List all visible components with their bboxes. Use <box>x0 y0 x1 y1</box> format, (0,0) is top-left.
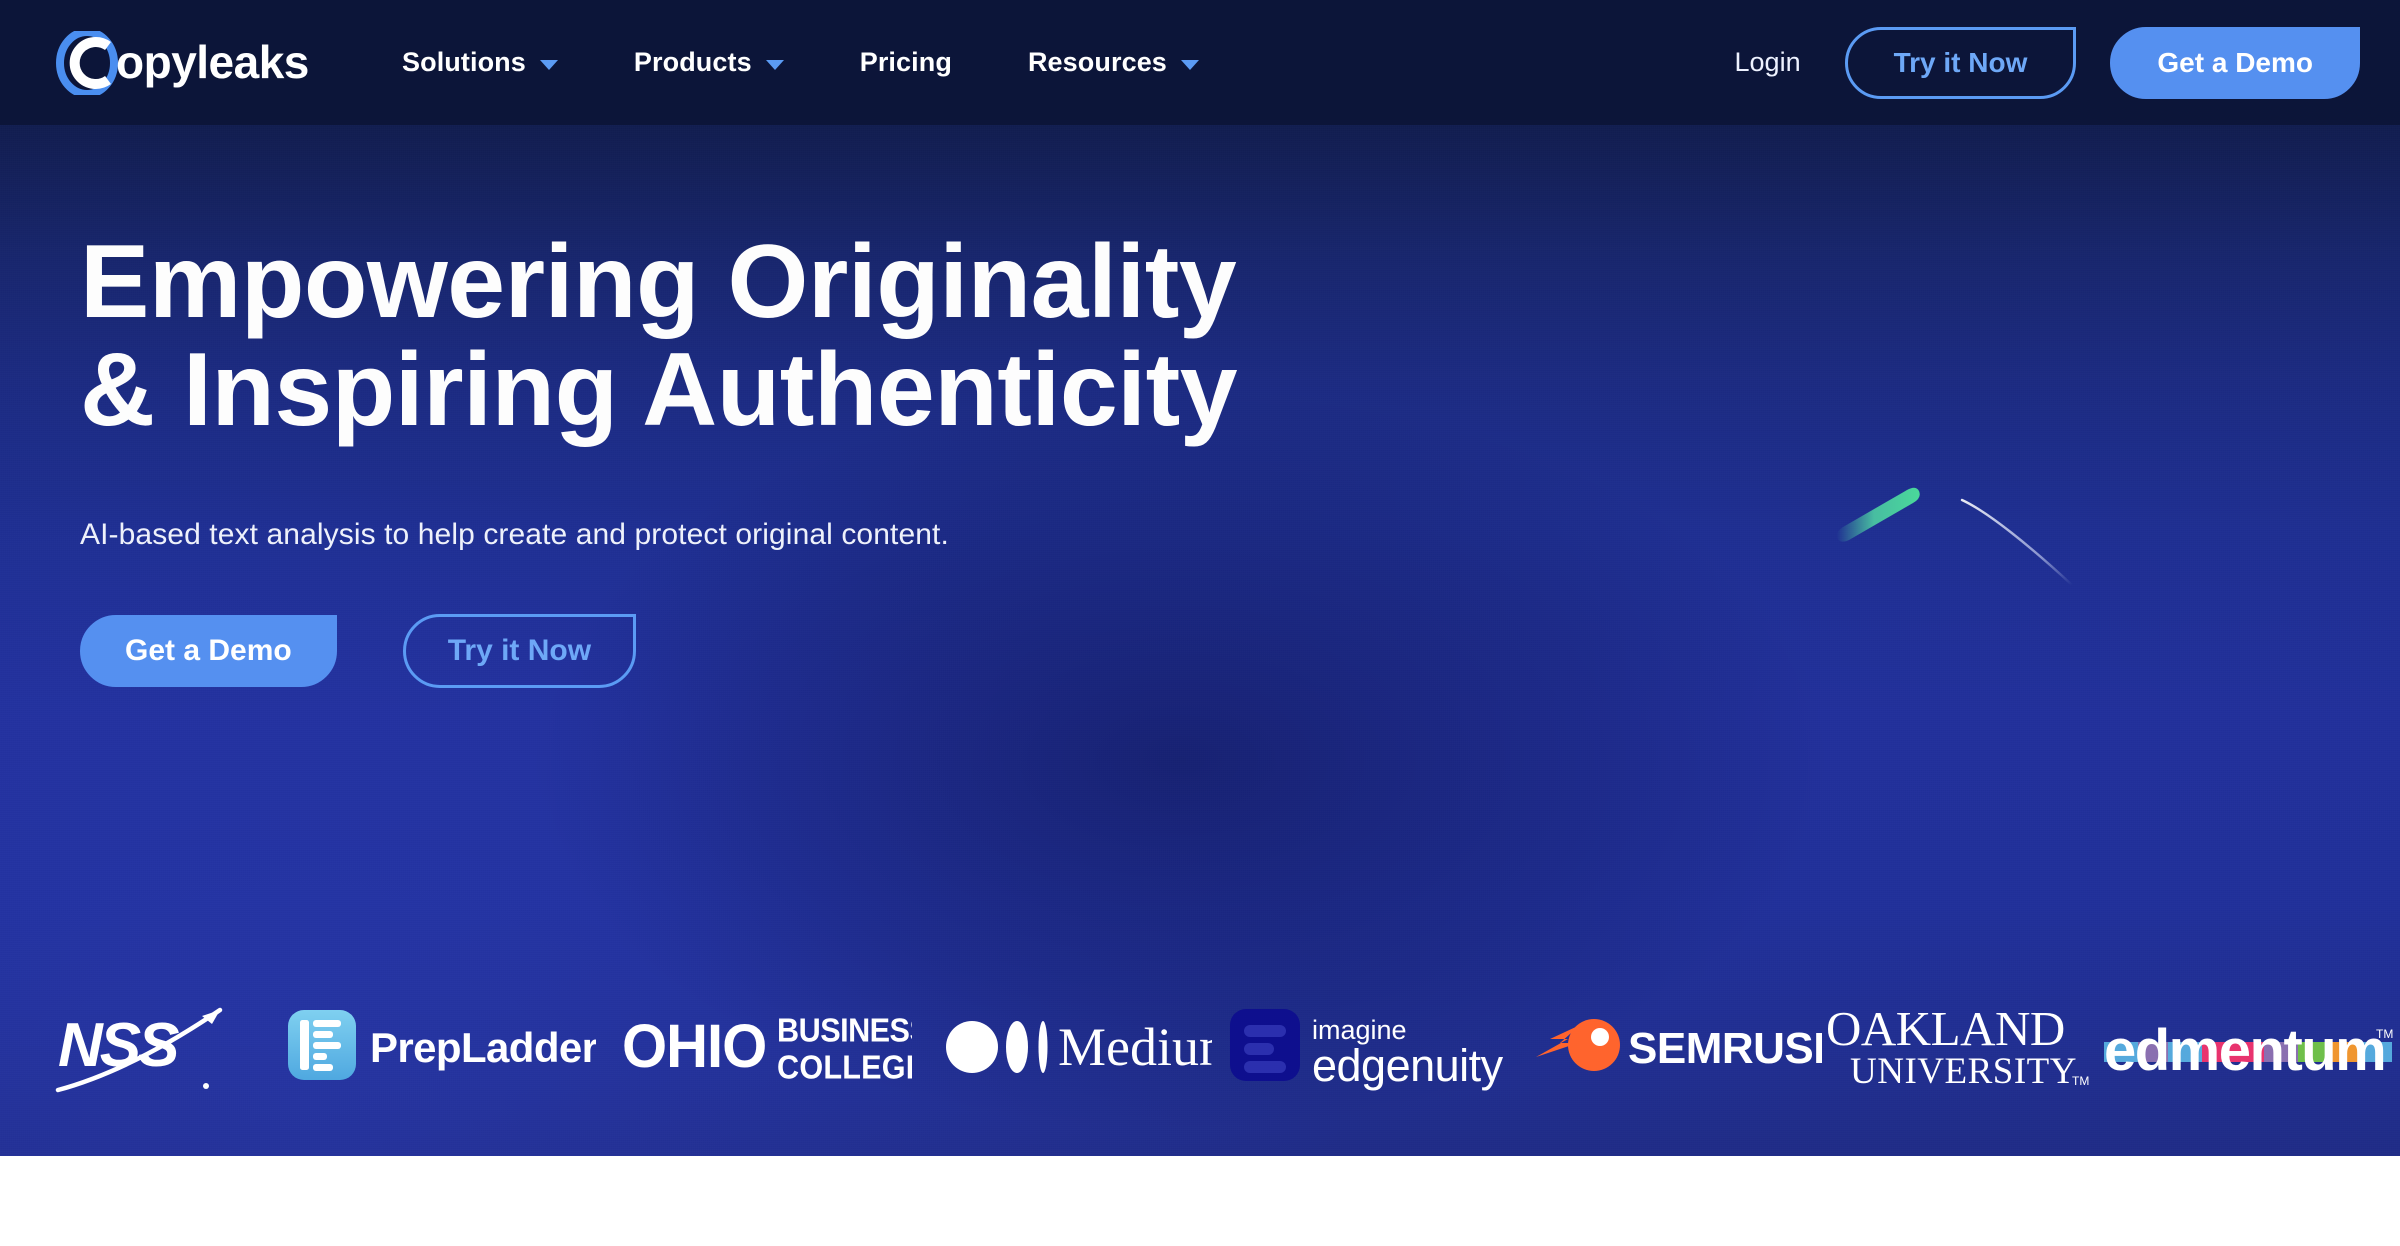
medium-dots-logo-icon: Medium <box>946 1017 1212 1077</box>
svg-text:PrepLadder: PrepLadder <box>370 1024 596 1071</box>
chevron-down-icon <box>1180 59 1199 70</box>
login-link[interactable]: Login <box>1691 47 1845 78</box>
oakland-university-wordmark-icon: OAKLAND UNIVERSITY TM <box>1826 1001 2089 1092</box>
top-navigation-bar: opyleaks Solutions Products Pricing Reso… <box>0 0 2400 125</box>
svg-text:UNIVERSITY: UNIVERSITY <box>1850 1051 2077 1092</box>
edmentum-color-band-logo-icon: edmentum TM <box>2104 1018 2393 1083</box>
chevron-down-icon <box>765 59 784 70</box>
svg-text:BUSINESS: BUSINESS <box>777 1011 912 1049</box>
brand-logo-prepladder[interactable]: PrepLadder <box>286 985 596 1105</box>
svg-text:TM: TM <box>2072 1074 2089 1088</box>
semrush-comet-icon: SEMRUSH <box>1536 1019 1822 1073</box>
partner-logo-strip: NSS PrepLadder OHIO BUSINES COLLEGE Medi… <box>0 985 2400 1105</box>
edgenuity-bars-icon: imagine edgenuity <box>1230 1009 1504 1091</box>
below-fold-white-section <box>0 1156 2400 1246</box>
brand-logo-nss[interactable]: NSS <box>52 985 242 1105</box>
svg-text:TM: TM <box>2376 1027 2393 1041</box>
nav-get-a-demo-button[interactable]: Get a Demo <box>2110 26 2360 99</box>
svg-text:Medium: Medium <box>1058 1017 1212 1077</box>
brand-logo-edmentum[interactable]: edmentum TM <box>2104 985 2400 1105</box>
nav-item-solutions-label: Solutions <box>402 47 526 77</box>
svg-text:OAKLAND: OAKLAND <box>1826 1001 2065 1056</box>
nav-right-group: Login Try it Now Get a Demo <box>1691 26 2360 99</box>
copyleaks-logo[interactable]: opyleaks <box>52 27 324 99</box>
brand-logo-ohio-business-college[interactable]: OHIO BUSINESS COLLEGE <box>622 985 912 1105</box>
nav-item-pricing[interactable]: Pricing <box>822 47 990 78</box>
svg-text:OHIO: OHIO <box>622 1011 766 1080</box>
nav-try-it-now-button[interactable]: Try it Now <box>1844 26 2077 99</box>
svg-text:SEMRUSH: SEMRUSH <box>1628 1024 1822 1073</box>
ohio-business-college-wordmark-icon: OHIO BUSINESS COLLEGE <box>622 1011 912 1086</box>
nav-left-group: opyleaks Solutions Products Pricing Reso… <box>0 27 1237 99</box>
nav-item-resources-label: Resources <box>1027 47 1167 77</box>
nav-links: Solutions Products Pricing Resources <box>364 47 1237 78</box>
page-root: opyleaks Solutions Products Pricing Reso… <box>0 0 2400 1246</box>
nss-swoosh-logo-icon: NSS <box>55 1007 223 1093</box>
brand-logo-imagine-edgenuity[interactable]: imagine edgenuity <box>1228 985 1518 1105</box>
hero-cta-group: Get a Demo Try it Now <box>80 614 1237 689</box>
svg-text:opyleaks: opyleaks <box>116 36 309 88</box>
hero-subtitle: AI-based text analysis to help create an… <box>80 518 949 552</box>
svg-text:COLLEGE: COLLEGE <box>777 1048 912 1086</box>
nav-item-products-label: Products <box>633 47 752 77</box>
copyleaks-c-ring-logo-icon: opyleaks <box>56 30 309 95</box>
hero-try-it-now-button[interactable]: Try it Now <box>402 614 637 689</box>
svg-text:edgenuity: edgenuity <box>1312 1040 1504 1091</box>
svg-text:edmentum: edmentum <box>2104 1018 2385 1083</box>
prepladder-p-icon: PrepLadder <box>288 1010 596 1080</box>
nav-item-solutions[interactable]: Solutions <box>364 47 596 78</box>
hero-title: Empowering Originality & Inspiring Authe… <box>80 224 1238 449</box>
nav-item-resources[interactable]: Resources <box>990 47 1237 78</box>
hero-content: Empowering Originality & Inspiring Authe… <box>80 224 1238 689</box>
nav-item-pricing-label: Pricing <box>859 47 952 77</box>
nav-item-products[interactable]: Products <box>596 47 822 78</box>
brand-logo-semrush[interactable]: SEMRUSH <box>1532 985 1822 1105</box>
hero-get-a-demo-button[interactable]: Get a Demo <box>80 615 337 688</box>
brand-logo-oakland-university[interactable]: OAKLAND UNIVERSITY TM <box>1826 985 2104 1105</box>
chevron-down-icon <box>539 59 558 70</box>
brand-logo-medium[interactable]: Medium <box>942 985 1212 1105</box>
